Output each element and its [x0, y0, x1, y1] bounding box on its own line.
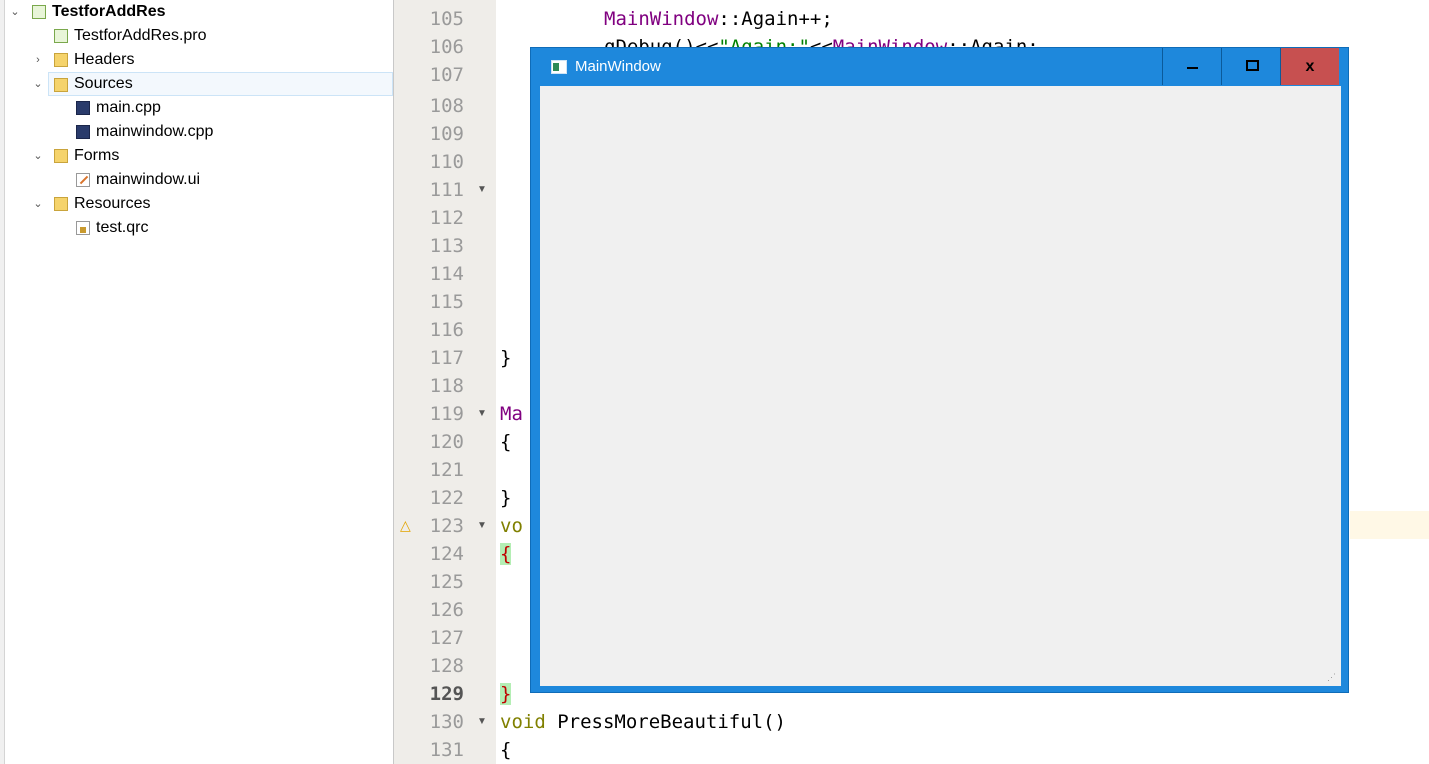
warning-icon[interactable]: △ — [400, 511, 416, 539]
tree-item-headers[interactable]: › Headers — [0, 48, 393, 72]
tree-item-label: Resources — [74, 195, 151, 212]
code-line-105: MainWindow::Again++; — [604, 5, 833, 33]
line-number: 112 — [429, 207, 464, 229]
size-grip-icon[interactable]: ⋰ — [1327, 672, 1337, 682]
tree-item-pro-file[interactable]: TestforAddRes.pro — [0, 24, 393, 48]
line-number: 114 — [429, 263, 464, 285]
code-line-117: } — [500, 347, 512, 369]
line-number: 119 — [429, 403, 464, 425]
forms-folder-icon — [54, 149, 68, 163]
code-token: ::Again++; — [718, 8, 833, 30]
code-token: PressMoreBeautiful() — [545, 711, 786, 733]
line-number: 111 — [429, 179, 464, 201]
code-line-130: void PressMoreBeautiful() — [500, 708, 786, 736]
chevron-down-icon[interactable]: ⌄ — [31, 72, 45, 96]
line-number: 120 — [429, 431, 464, 453]
chevron-down-icon[interactable]: ⌄ — [31, 192, 45, 216]
tree-item-main-cpp[interactable]: main.cpp — [0, 96, 393, 120]
code-line-131: { — [500, 739, 512, 761]
tree-item-label: mainwindow.ui — [96, 171, 201, 188]
code-line-120: { — [500, 431, 512, 453]
cpp-file-icon — [76, 101, 90, 115]
line-number: 105 — [429, 8, 464, 30]
line-number: 108 — [429, 95, 464, 117]
window-client-area[interactable]: ⋰ — [540, 86, 1341, 686]
line-number: 121 — [429, 459, 464, 481]
tree-item-resources[interactable]: ⌄ Resources — [0, 192, 393, 216]
line-number: 113 — [429, 235, 464, 257]
cpp-file-icon — [76, 125, 90, 139]
tree-item-test-qrc[interactable]: test.qrc — [0, 216, 393, 240]
tree-item-label: Forms — [74, 147, 120, 164]
line-number: 130 — [429, 711, 464, 733]
qrc-file-icon — [76, 221, 90, 235]
chevron-right-icon[interactable]: › — [31, 48, 45, 72]
code-line-123: vo — [500, 515, 523, 537]
fold-arrow-icon[interactable]: ▼ — [477, 512, 487, 540]
tree-item-label: mainwindow.cpp — [96, 123, 214, 140]
matched-brace: { — [500, 543, 512, 565]
line-number: 107 — [429, 64, 464, 86]
tree-item-label: main.cpp — [96, 99, 161, 116]
line-number: 124 — [429, 543, 464, 565]
line-number: 110 — [429, 151, 464, 173]
tree-item-label: Sources — [74, 75, 133, 92]
line-number: 115 — [429, 291, 464, 313]
warning-line-highlight — [1350, 511, 1429, 539]
tree-item-sources[interactable]: Sources — [48, 72, 393, 96]
tree-item-label: test.qrc — [96, 219, 149, 236]
current-line-number: 129 — [429, 683, 464, 705]
headers-folder-icon — [54, 53, 68, 67]
line-number: 126 — [429, 599, 464, 621]
code-line-119: Ma — [500, 403, 523, 425]
window-title: MainWindow — [575, 58, 661, 75]
code-token: MainWindow — [604, 8, 719, 30]
code-line-124: { — [500, 540, 512, 568]
tree-sources-expander[interactable]: ⌄ — [0, 72, 48, 96]
fold-arrow-icon[interactable]: ▼ — [477, 708, 487, 736]
tree-item-forms[interactable]: ⌄ Forms — [0, 144, 393, 168]
ui-file-icon — [76, 173, 90, 187]
line-number: 109 — [429, 123, 464, 145]
close-button[interactable]: x — [1280, 48, 1339, 85]
minimize-button[interactable] — [1162, 48, 1221, 85]
tree-item-label: TestforAddRes.pro — [74, 27, 207, 44]
line-number: 125 — [429, 571, 464, 593]
line-number: 106 — [429, 36, 464, 58]
tree-item-mainwindow-cpp[interactable]: mainwindow.cpp — [0, 120, 393, 144]
chevron-down-icon[interactable]: ⌄ — [8, 0, 22, 24]
maximize-button[interactable] — [1221, 48, 1280, 85]
tree-item-mainwindow-ui[interactable]: mainwindow.ui — [0, 168, 393, 192]
line-number: 122 — [429, 487, 464, 509]
code-token: void — [500, 711, 546, 733]
line-number: 128 — [429, 655, 464, 677]
qt-project-icon — [32, 5, 46, 19]
line-number-gutter[interactable]: 105 106 107 108 109 110 111 112 113 114 … — [394, 0, 496, 764]
main-window[interactable]: MainWindow x ⋰ — [530, 47, 1349, 693]
matched-brace: } — [500, 683, 512, 705]
project-tree: ⌄ TestforAddRes TestforAddRes.pro › Head… — [0, 0, 394, 764]
tree-item-label: Headers — [74, 51, 135, 68]
app-icon — [551, 60, 567, 74]
code-line-129: } — [500, 680, 512, 708]
code-line-122: } — [500, 487, 512, 509]
chevron-down-icon[interactable]: ⌄ — [31, 144, 45, 168]
line-number: 131 — [429, 739, 464, 761]
fold-arrow-icon[interactable]: ▼ — [477, 176, 487, 204]
tree-item-label: TestforAddRes — [52, 3, 166, 20]
line-number: 118 — [429, 375, 464, 397]
pro-file-icon — [54, 29, 68, 43]
line-number: 117 — [429, 347, 464, 369]
resources-folder-icon — [54, 197, 68, 211]
tree-item-project[interactable]: ⌄ TestforAddRes — [0, 0, 393, 24]
fold-arrow-icon[interactable]: ▼ — [477, 400, 487, 428]
line-number: 127 — [429, 627, 464, 649]
sources-folder-icon — [54, 78, 68, 92]
line-number: 116 — [429, 319, 464, 341]
